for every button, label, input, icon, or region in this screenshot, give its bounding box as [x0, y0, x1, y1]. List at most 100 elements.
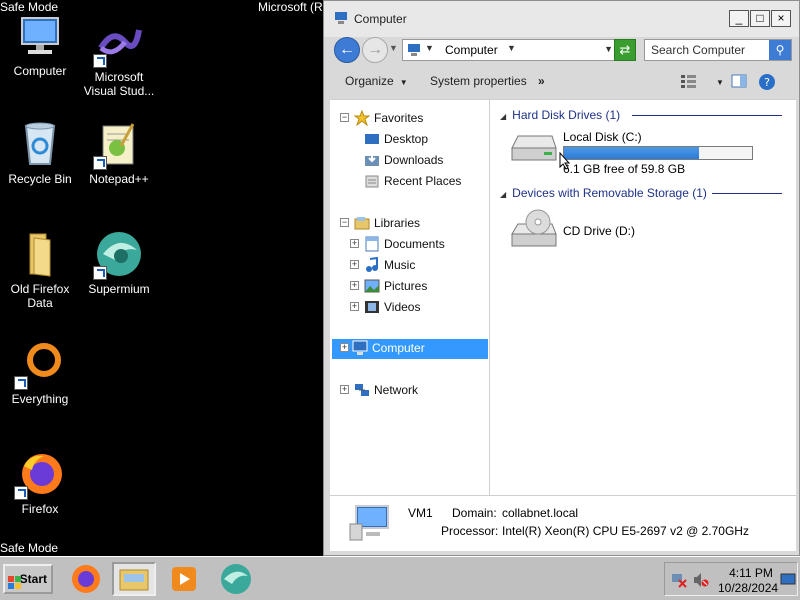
desktop-icon-visual-studio[interactable]: Microsoft Visual Stud...: [79, 18, 159, 98]
help-icon[interactable]: ?: [758, 73, 776, 90]
desktop-icon-supermium[interactable]: Supermium: [79, 230, 159, 296]
expand-icon[interactable]: +: [340, 385, 349, 394]
expand-icon[interactable]: +: [340, 343, 349, 352]
taskbar-app-firefox[interactable]: [64, 562, 108, 596]
expand-icon[interactable]: +: [350, 239, 359, 248]
nav-label: Libraries: [374, 216, 421, 230]
computer-icon: [16, 12, 64, 60]
back-button[interactable]: ←: [334, 37, 360, 63]
group-label: Hard Disk Drives (1): [512, 108, 621, 122]
drive-free-space: 6.1 GB free of 59.8 GB: [563, 162, 686, 176]
nav-item-videos[interactable]: + Videos: [350, 298, 488, 318]
computer-name: VM1: [408, 506, 433, 520]
drive-usage-fill: [564, 147, 700, 159]
nav-item-desktop[interactable]: Desktop: [350, 130, 488, 150]
background-window-title: Microsoft (R: [258, 0, 323, 14]
music-icon: [364, 256, 380, 273]
nav-label: Network: [374, 383, 419, 397]
taskbar-app-file-explorer[interactable]: [112, 562, 156, 596]
taskbar-app-media-player[interactable]: [162, 562, 206, 596]
content-pane: ◢ Hard Disk Drives (1) Local Disk (C:) 6.…: [492, 100, 796, 496]
chevron-down-icon[interactable]: ▼: [425, 43, 434, 53]
network-icon: [354, 382, 370, 398]
refresh-button[interactable]: ⇄: [614, 39, 636, 61]
group-divider: [712, 193, 782, 194]
nav-item-downloads[interactable]: Downloads: [350, 151, 488, 171]
command-bar: Organize ▼ System properties » ▼ ?: [330, 67, 796, 97]
clock-date[interactable]: 10/28/2024: [718, 581, 778, 595]
nav-item-documents[interactable]: + Documents: [350, 235, 488, 255]
nav-label: Downloads: [384, 153, 444, 167]
desktop-icon-old-firefox-data[interactable]: Old Firefox Data: [0, 230, 80, 310]
system-properties-button[interactable]: System properties: [430, 74, 527, 88]
nav-label: Pictures: [384, 279, 428, 293]
minimize-button[interactable]: _: [729, 10, 749, 27]
desktop-icon-notepad-plus-plus[interactable]: Notepad++: [79, 120, 159, 186]
nav-item-libraries[interactable]: − Libraries: [340, 214, 488, 234]
expand-icon[interactable]: +: [350, 302, 359, 311]
chevron-down-icon[interactable]: ▼: [710, 74, 724, 88]
volume-muted-icon[interactable]: [693, 572, 709, 591]
search-icon[interactable]: ⚲: [769, 40, 791, 60]
group-divider: [632, 115, 782, 116]
collapse-icon[interactable]: −: [340, 218, 349, 227]
address-location[interactable]: Computer: [445, 43, 498, 57]
preview-pane-icon[interactable]: [730, 73, 748, 89]
close-button[interactable]: ×: [771, 10, 791, 27]
collapse-icon[interactable]: −: [340, 113, 349, 122]
computer-icon: [334, 12, 348, 24]
title-bar[interactable]: Computer _ □ ×: [324, 1, 799, 37]
nav-item-music[interactable]: + Music: [350, 256, 488, 276]
nav-item-recent-places[interactable]: Recent Places: [350, 172, 488, 192]
visual-studio-icon: [93, 18, 143, 68]
recycle-bin-icon: [16, 120, 64, 168]
desktop-icon-firefox[interactable]: Firefox: [0, 450, 80, 516]
windows-logo-icon: [8, 573, 22, 589]
desktop-icon-computer[interactable]: Computer: [0, 12, 80, 78]
computer-icon: [407, 44, 421, 56]
search-input[interactable]: Search Computer ⚲: [644, 39, 792, 61]
nav-label: Music: [384, 258, 416, 272]
drive-local-disk-c[interactable]: Local Disk (C:) 6.1 GB free of 59.8 GB: [492, 124, 782, 176]
recent-pages-dropdown[interactable]: ▼: [389, 43, 399, 53]
supermium-icon: [93, 230, 143, 280]
group-label: Devices with Removable Storage (1): [512, 186, 707, 200]
organize-button[interactable]: Organize ▼: [345, 74, 408, 88]
show-desktop-icon[interactable]: [780, 573, 796, 590]
group-header-hard-disk-drives[interactable]: ◢ Hard Disk Drives (1): [500, 108, 620, 122]
desktop-icon-label: Everything: [11, 392, 69, 406]
expand-icon[interactable]: +: [350, 281, 359, 290]
nav-item-favorites[interactable]: − Favorites: [340, 109, 488, 129]
cd-drive-icon: [508, 208, 557, 248]
maximize-button[interactable]: □: [750, 10, 770, 27]
view-options-icon[interactable]: [680, 73, 698, 89]
documents-icon: [364, 236, 380, 252]
videos-icon: [364, 299, 380, 315]
taskbar-app-supermium[interactable]: [214, 562, 258, 596]
star-icon: [353, 109, 371, 127]
chevron-down-icon[interactable]: ▼: [507, 43, 516, 53]
more-commands-button[interactable]: »: [538, 74, 545, 88]
desktop-icon: [364, 131, 380, 147]
pictures-icon: [364, 278, 380, 294]
desktop-icon-everything[interactable]: Everything: [0, 340, 80, 406]
address-bar[interactable]: ▼ Computer ▼ ▼: [402, 39, 620, 61]
start-button[interactable]: Start: [3, 564, 53, 594]
forward-button[interactable]: →: [362, 37, 388, 63]
group-header-removable-storage[interactable]: ◢ Devices with Removable Storage (1): [500, 186, 707, 200]
nav-label: Desktop: [384, 132, 429, 146]
network-status-icon[interactable]: [671, 572, 687, 591]
address-row: ← → ▼ ▼ Computer ▼ ▼ ⇄ Search Computer ⚲: [330, 35, 796, 63]
expand-icon[interactable]: +: [350, 260, 359, 269]
nav-item-computer[interactable]: + Computer: [332, 339, 488, 359]
nav-item-network[interactable]: + Network: [340, 381, 488, 401]
safe-mode-label-bottom: Safe Mode: [0, 541, 59, 555]
navigation-pane: − Favorites Desktop Downloads Recent Pla…: [330, 100, 490, 496]
start-label: Start: [19, 572, 47, 586]
desktop-icon-recycle-bin[interactable]: Recycle Bin: [0, 120, 80, 186]
nav-item-pictures[interactable]: + Pictures: [350, 277, 488, 297]
address-dropdown[interactable]: ▼: [604, 44, 613, 54]
clock-time[interactable]: 4:11 PM: [727, 566, 775, 580]
drive-cd-drive-d[interactable]: CD Drive (D:): [492, 204, 692, 254]
supermium-icon: [221, 564, 251, 594]
